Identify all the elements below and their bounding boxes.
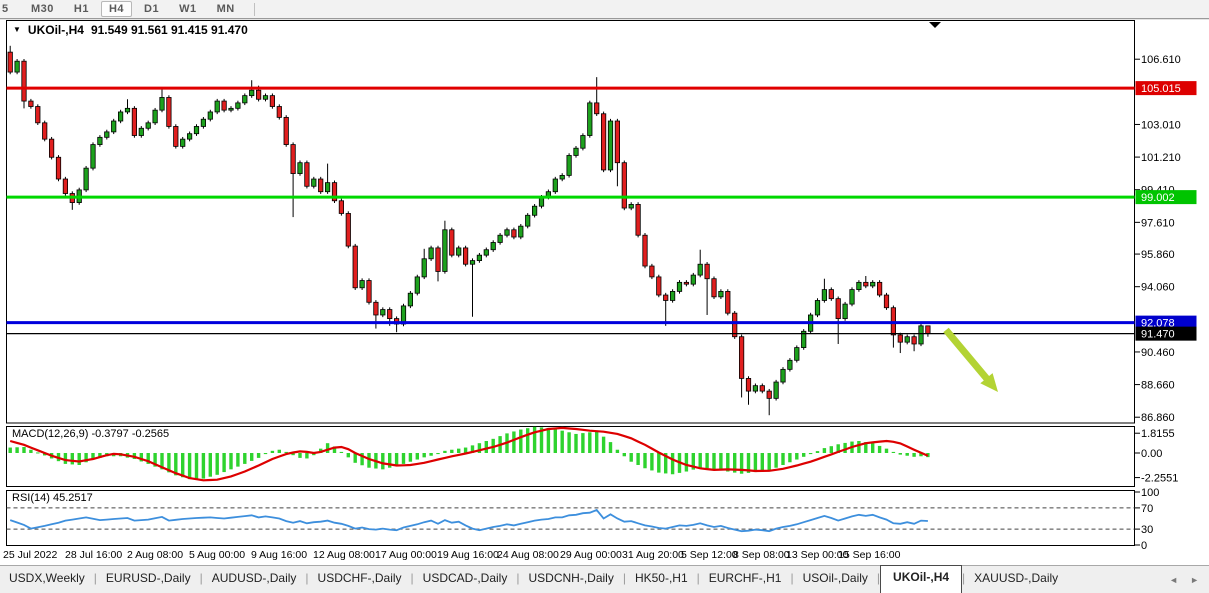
tab-usoil-daily[interactable]: USOil-,Daily	[794, 566, 877, 593]
price-tick-label: 94.060	[1141, 282, 1175, 294]
tab-hk50-h1[interactable]: HK50-,H1	[626, 566, 697, 593]
rsi-indicator-label: RSI(14) 45.2517	[12, 492, 93, 504]
tab-usdcnh-daily[interactable]: USDCNH-,Daily	[519, 566, 622, 593]
chart-canvas[interactable]: 106.610103.010101.21099.41097.61095.8609…	[0, 0, 1209, 592]
rsi-tick-label: 30	[1141, 524, 1153, 536]
macd-indicator-label: MACD(12,26,9) -0.3797 -0.2565	[12, 428, 169, 440]
rsi-tick-label: 70	[1141, 503, 1153, 515]
tabs-scroll-left-icon[interactable]: ◄	[1169, 575, 1178, 585]
tabs-scroll-nav: ◄►	[1169, 566, 1209, 593]
timeframe-button-MN[interactable]: MN	[209, 1, 243, 17]
price-tick-label: 101.210	[1141, 152, 1181, 164]
chart-title: ▼ UKOil-,H4 91.549 91.561 91.415 91.470	[13, 23, 248, 37]
tab-usdcad-daily[interactable]: USDCAD-,Daily	[414, 566, 517, 593]
timeframe-button-W1[interactable]: W1	[171, 1, 205, 17]
macd-tick-label: 0.00	[1141, 448, 1162, 460]
rsi-tick-label: 0	[1141, 540, 1147, 552]
tab-eurusd-daily[interactable]: EURUSD-,Daily	[97, 566, 200, 593]
time-axis-label: 5 Aug 00:00	[189, 549, 245, 561]
price-badge-value: 99.002	[1141, 192, 1175, 204]
time-axis-label: 15 Sep 16:00	[838, 549, 901, 561]
price-badge-value: 91.470	[1141, 329, 1175, 341]
timeframe-button-D1[interactable]: D1	[136, 1, 167, 17]
time-axis-label: 9 Aug 16:00	[251, 549, 307, 561]
time-axis-label: 31 Aug 20:00	[622, 549, 684, 561]
tabs-scroll-right-icon[interactable]: ►	[1190, 575, 1199, 585]
chart-ohlc-values: 91.549 91.561 91.415 91.470	[91, 23, 248, 37]
tab-usdx-weekly[interactable]: USDX,Weekly	[0, 566, 94, 593]
time-axis-label: 12 Aug 08:00	[313, 549, 375, 561]
time-axis-label: 5 Sep 12:00	[681, 549, 738, 561]
tab-ukoil-h4[interactable]: UKOil-,H4	[880, 565, 962, 593]
timeframe-button-H1[interactable]: H1	[66, 1, 97, 17]
time-axis-label: 8 Sep 08:00	[733, 549, 790, 561]
chart-symbol-label: UKOil-,H4	[28, 23, 84, 37]
tab-audusd-daily[interactable]: AUDUSD-,Daily	[203, 566, 306, 593]
price-tick-label: 88.660	[1141, 380, 1175, 392]
chart-tabs-bar: USDX,Weekly|EURUSD-,Daily|AUDUSD-,Daily|…	[0, 565, 1209, 593]
time-axis-label: 17 Aug 00:00	[375, 549, 437, 561]
time-axis-label: 28 Jul 16:00	[65, 549, 122, 561]
tab-usdchf-daily[interactable]: USDCHF-,Daily	[309, 566, 411, 593]
price-panel-frame	[7, 21, 1135, 424]
time-axis-label: 2 Aug 08:00	[127, 549, 183, 561]
price-badge-value: 105.015	[1141, 83, 1181, 95]
timeframe-button-5[interactable]: 5	[0, 1, 19, 17]
price-tick-label: 95.860	[1141, 249, 1175, 261]
tab-xauusd-daily[interactable]: XAUUSD-,Daily	[965, 566, 1067, 593]
price-tick-label: 90.460	[1141, 347, 1175, 359]
toolbar-separator	[254, 3, 255, 16]
price-tick-label: 106.610	[1141, 54, 1181, 66]
chart-menu-arrow-icon[interactable]: ▼	[13, 25, 21, 35]
price-tick-label: 97.610	[1141, 217, 1175, 229]
time-axis-label: 19 Aug 16:00	[437, 549, 499, 561]
price-tick-label: 86.860	[1141, 412, 1175, 424]
macd-tick-label: -2.2551	[1141, 473, 1178, 485]
time-axis-label: 24 Aug 08:00	[497, 549, 559, 561]
rsi-panel-frame	[7, 491, 1135, 546]
timeframe-toolbar: 5M30H1H4D1W1MN	[0, 0, 1209, 19]
tab-eurchf-h1[interactable]: EURCHF-,H1	[700, 566, 791, 593]
timeframe-button-H4[interactable]: H4	[101, 1, 132, 17]
macd-tick-label: 1.8155	[1141, 428, 1175, 440]
timeframe-button-M30[interactable]: M30	[23, 1, 62, 17]
price-tick-label: 103.010	[1141, 119, 1181, 131]
time-axis-label: 29 Aug 00:00	[560, 549, 622, 561]
time-axis-label: 25 Jul 2022	[3, 549, 57, 561]
rsi-tick-label: 100	[1141, 487, 1159, 499]
